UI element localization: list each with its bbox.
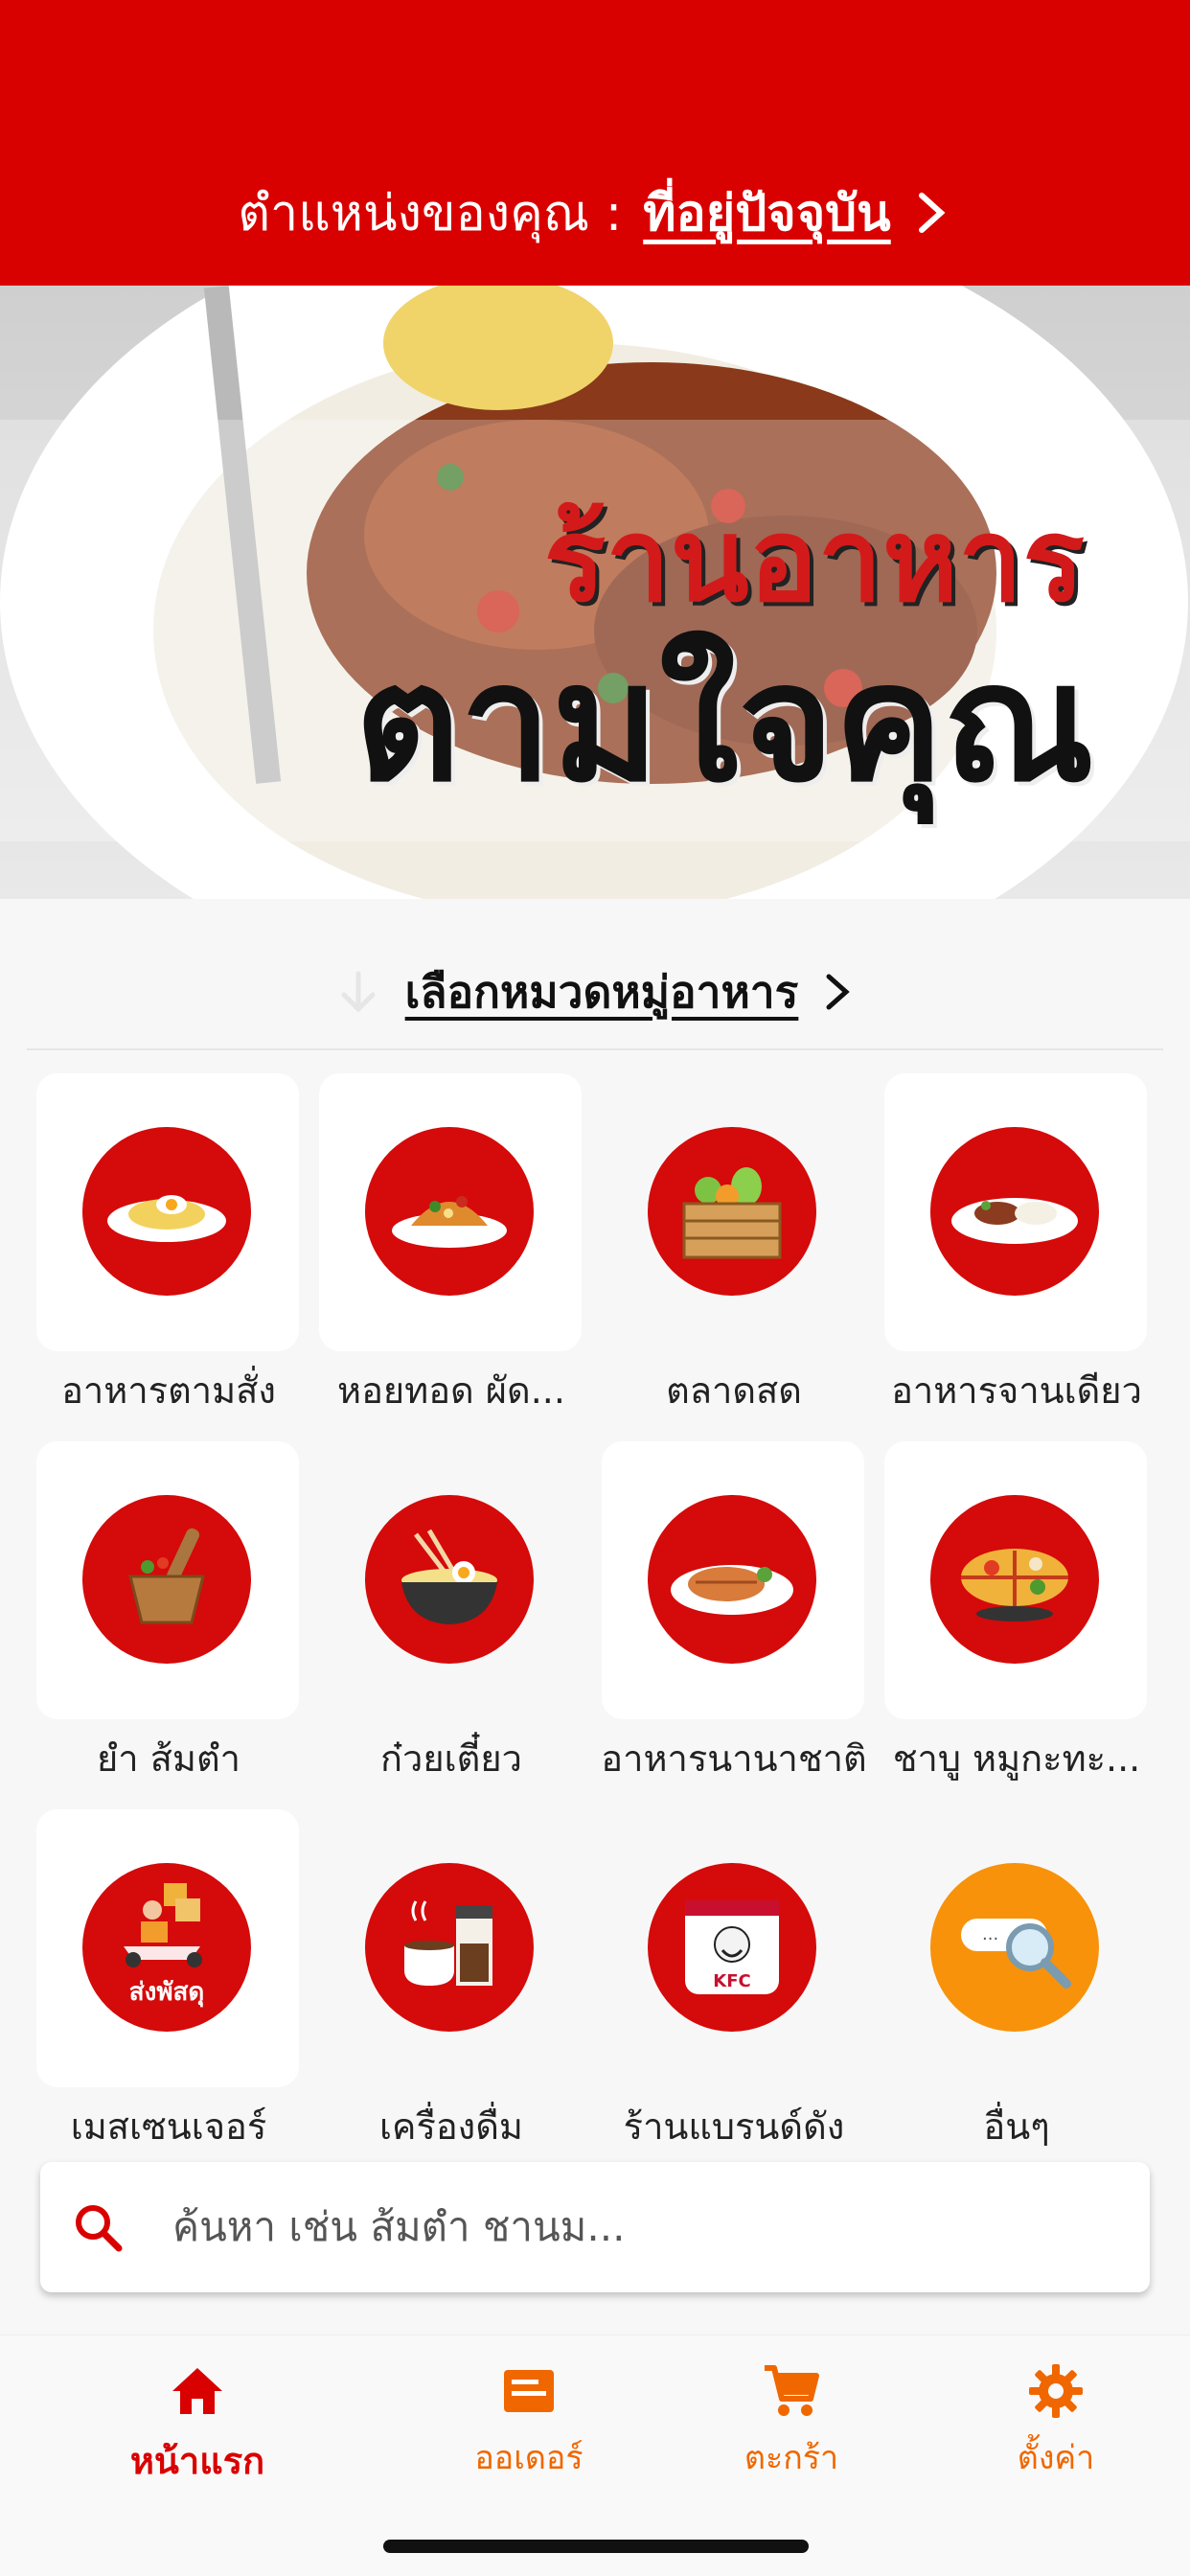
category-label: ร้านแบรนด์ดัง: [623, 2105, 845, 2148]
category-label: ชาบู หมูกะทะ...: [892, 1737, 1141, 1780]
order-icon: [504, 2370, 554, 2412]
category-item[interactable]: หอยทอด ผัด...: [309, 1071, 582, 1439]
coffee-cup-icon: [365, 1863, 534, 2032]
category-item[interactable]: ชาบู หมูกะทะ...: [875, 1439, 1147, 1807]
tab-label: ออเดอร์: [474, 2439, 584, 2477]
mortar-pestle-icon: [82, 1495, 251, 1664]
category-label: อาหารนานาชาติ: [601, 1737, 867, 1780]
category-label: เครื่องดื่ม: [379, 2105, 523, 2148]
hotpot-icon: [930, 1495, 1099, 1664]
chevron-right-icon: [918, 192, 946, 233]
chevron-right-icon: [826, 974, 851, 1010]
top-bar: ตำแหน่งของคุณ : ที่อยู่ปัจจุบัน: [0, 0, 1190, 286]
category-item[interactable]: ตลาดสด: [592, 1071, 860, 1439]
category-item[interactable]: ... อื่นๆ: [875, 1807, 1143, 2175]
promo-banner[interactable]: ร้านอาหาร ตามใจคุณ: [0, 286, 1190, 899]
cart-icon: [765, 2365, 819, 2416]
other-icon-text: ...: [982, 1924, 998, 1944]
category-item[interactable]: KFC ร้านแบรนด์ดัง: [592, 1807, 860, 2175]
location-selector[interactable]: ตำแหน่งของคุณ : ที่อยู่ปัจจุบัน: [0, 172, 1190, 252]
search-bar[interactable]: ค้นหา เช่น ส้มตำ ชานม...: [40, 2162, 1150, 2292]
fried-rice-plate-icon: [82, 1127, 251, 1296]
delivery-scooter-icon: ส่งพัสดุ: [82, 1863, 251, 2032]
kfc-logo-icon: KFC: [648, 1863, 816, 2032]
tab-label: หน้าแรก: [129, 2440, 265, 2482]
tab-label: ตั้งค่า: [1017, 2439, 1095, 2477]
search-icon: [76, 2205, 123, 2252]
category-grid: อาหารตามสั่ง หอยทอด ผัด... ตลาดสด อาหารจ…: [27, 1071, 1163, 2175]
category-item[interactable]: ส่งพัสดุ เมสเซนเจอร์: [27, 1807, 299, 2175]
search-magnifier-icon: ...: [930, 1863, 1099, 2032]
search-input[interactable]: ค้นหา เช่น ส้มตำ ชานม...: [172, 2196, 625, 2259]
category-item[interactable]: เครื่องดื่ม: [309, 1807, 578, 2175]
noodle-bowl-icon: [365, 1495, 534, 1664]
location-label: ตำแหน่งของคุณ :: [238, 185, 623, 242]
home-icon: [172, 2368, 222, 2414]
tab-label: ตะกร้า: [744, 2439, 839, 2477]
duck-rice-plate-icon: [930, 1127, 1099, 1296]
category-label: ก๋วยเตี๋ยว: [380, 1737, 522, 1780]
divider: [27, 1048, 1163, 1050]
tab-cart[interactable]: ตะกร้า: [676, 2360, 906, 2483]
tab-home[interactable]: หน้าแรก: [82, 2360, 312, 2490]
steak-plate-icon: [648, 1495, 816, 1664]
tab-settings[interactable]: ตั้งค่า: [941, 2360, 1171, 2483]
category-label: ยำ ส้มตำ: [97, 1737, 240, 1780]
vegetable-crate-icon: [648, 1127, 816, 1296]
kfc-icon-text: KFC: [713, 1971, 750, 1991]
category-item[interactable]: ยำ ส้มตำ: [27, 1439, 299, 1807]
category-label: หอยทอด ผัด...: [337, 1369, 565, 1412]
category-label: อาหารจานเดียว: [891, 1369, 1142, 1412]
section-title: เลือกหมวดหมู่อาหาร: [404, 965, 799, 1018]
arrow-down-icon: [341, 971, 376, 1013]
banner-line2: ตามใจคุณ: [355, 629, 1094, 818]
category-label: เมสเซนเจอร์: [70, 2105, 267, 2148]
pad-thai-plate-icon: [365, 1127, 534, 1296]
category-section-header[interactable]: เลือกหมวดหมู่อาหาร: [0, 949, 1190, 1035]
category-item[interactable]: ก๋วยเตี๋ยว: [309, 1439, 578, 1807]
home-indicator: [383, 2540, 809, 2553]
category-label: อื่นๆ: [983, 2105, 1050, 2148]
category-item[interactable]: อาหารตามสั่ง: [27, 1071, 299, 1439]
location-value[interactable]: ที่อยู่ปัจจุบัน: [643, 172, 890, 252]
tab-orders[interactable]: ออเดอร์: [414, 2360, 644, 2483]
messenger-icon-text: ส่งพัสดุ: [129, 1978, 204, 2008]
category-item[interactable]: อาหารจานเดียว: [875, 1071, 1147, 1439]
category-label: ตลาดสด: [666, 1369, 802, 1412]
category-label: อาหารตามสั่ง: [61, 1369, 276, 1412]
settings-icon: [1029, 2364, 1083, 2418]
category-item[interactable]: อาหารนานาชาติ: [592, 1439, 867, 1807]
